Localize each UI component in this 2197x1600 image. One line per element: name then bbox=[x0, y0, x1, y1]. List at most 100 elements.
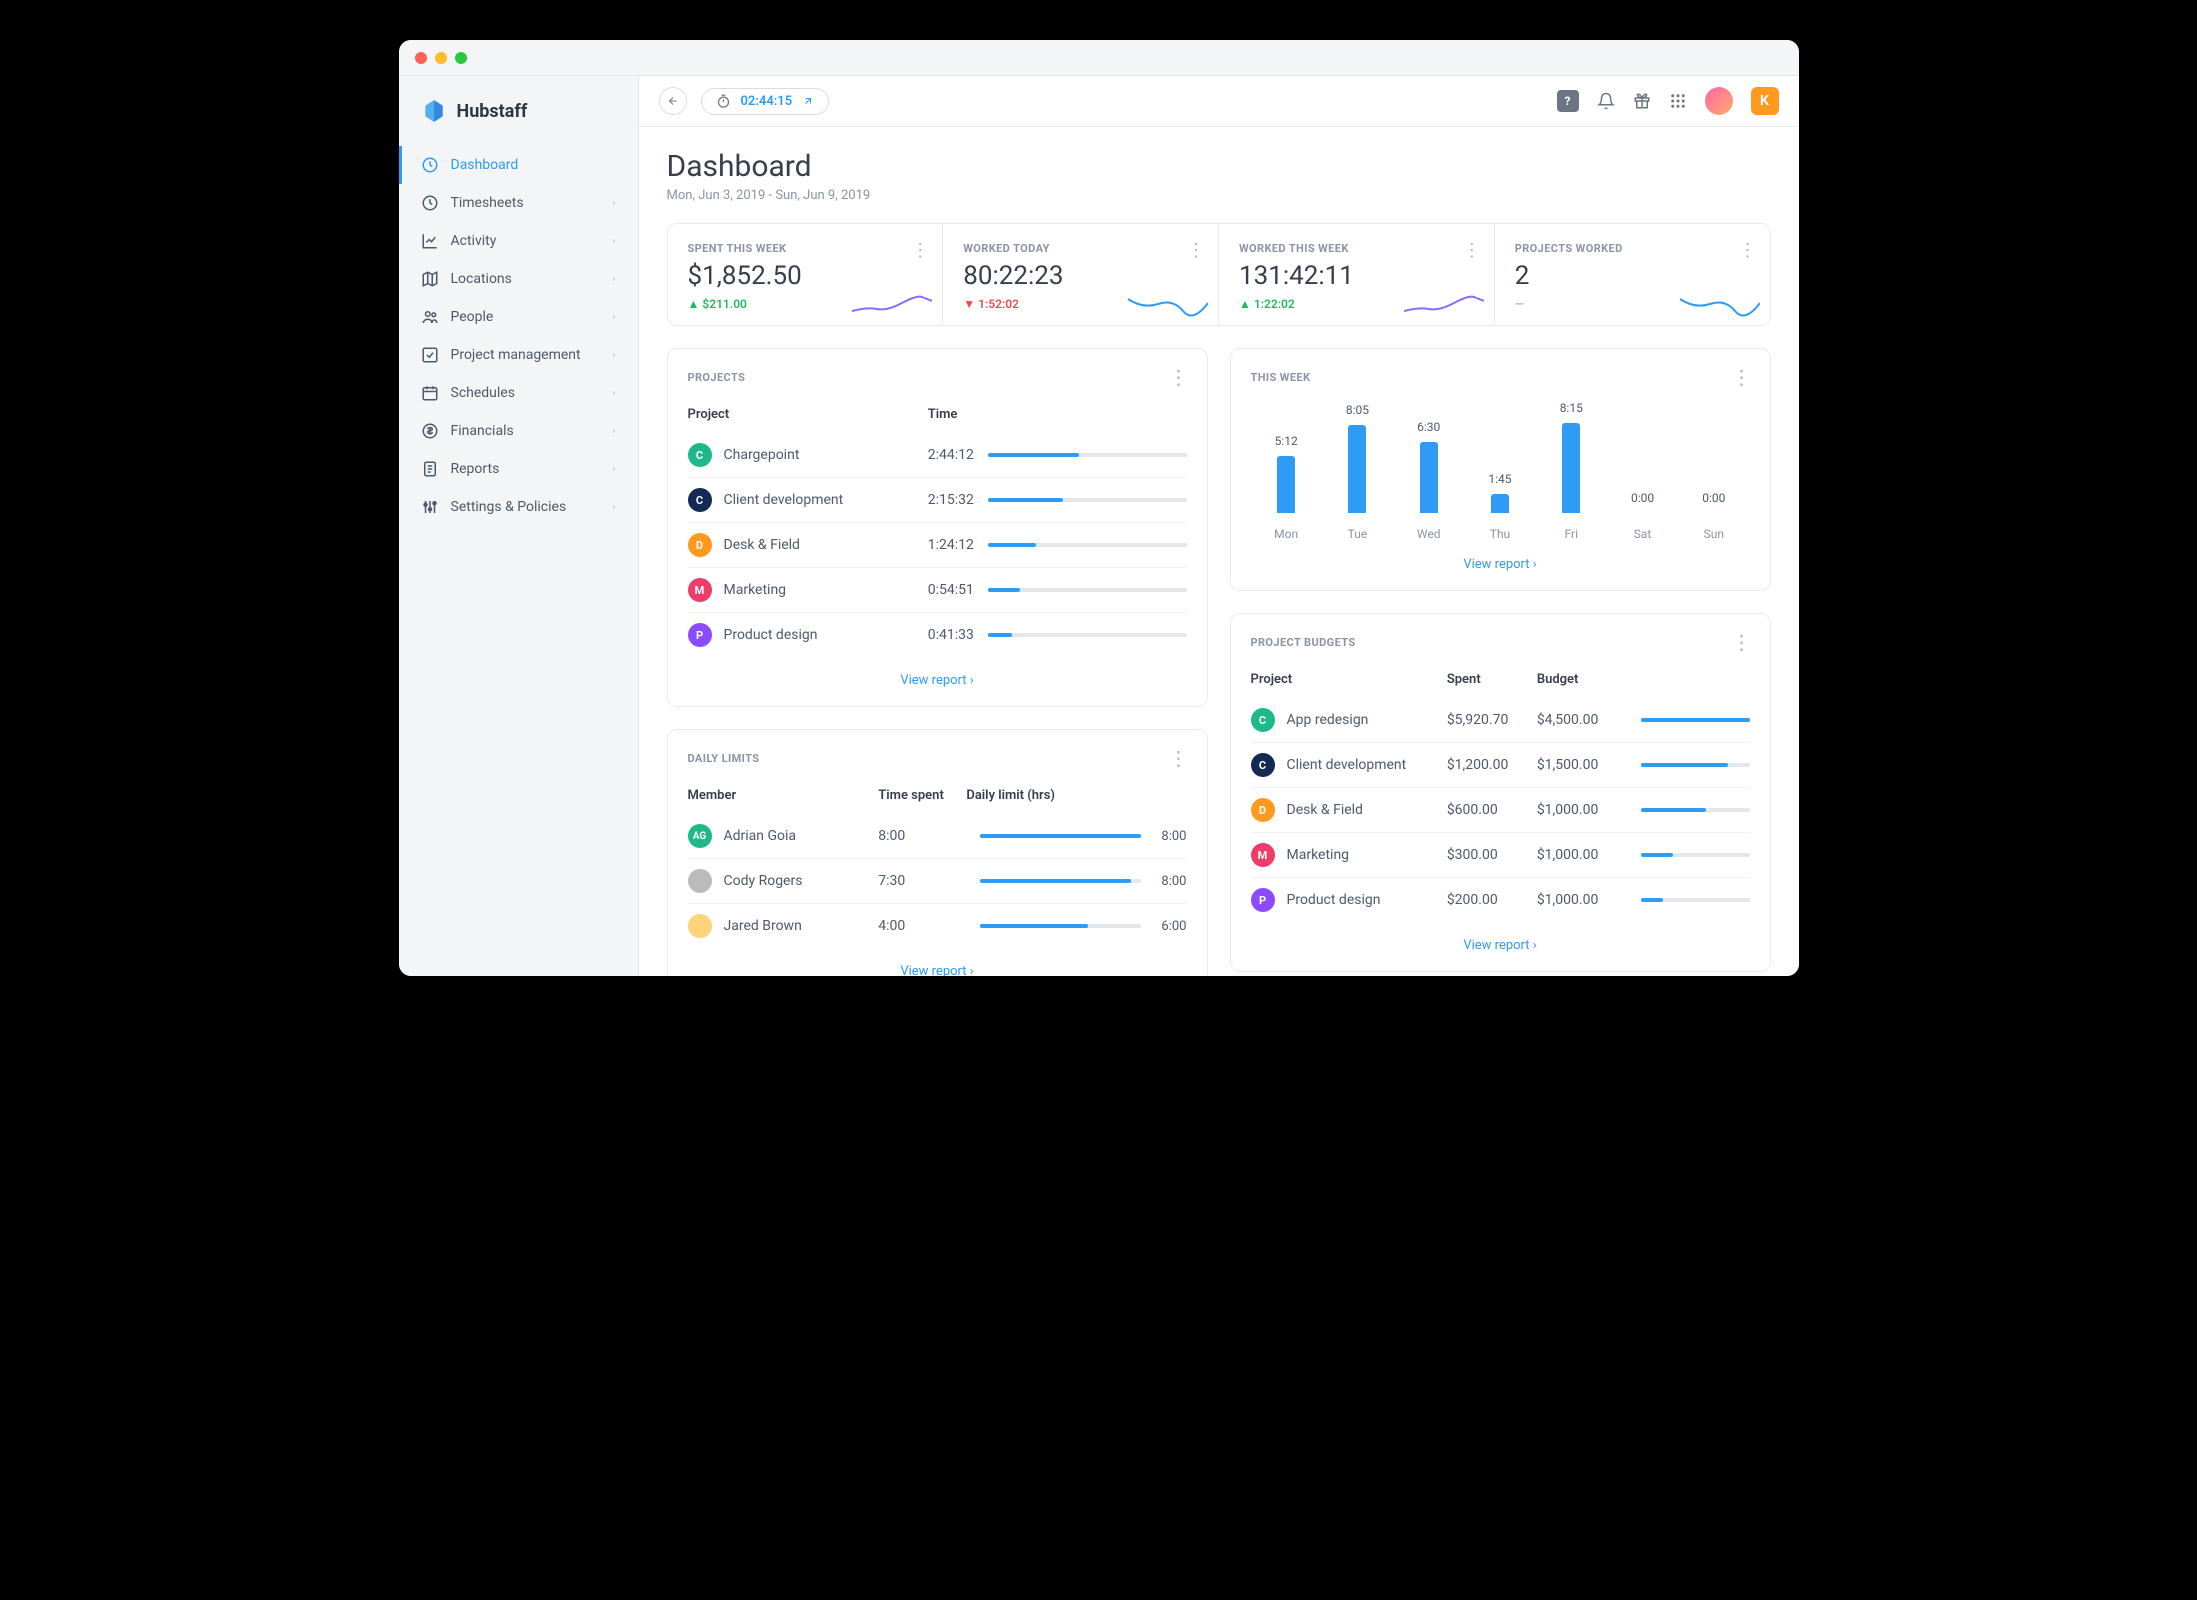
people-icon bbox=[421, 308, 439, 326]
stat-more-button[interactable]: ⋮ bbox=[1187, 240, 1204, 261]
dollar-icon bbox=[421, 422, 439, 440]
sidebar-item-project-management[interactable]: Project management› bbox=[399, 336, 638, 374]
project-row[interactable]: DDesk & Field 1:24:12 bbox=[688, 523, 1187, 568]
stat-more-button[interactable]: ⋮ bbox=[1739, 240, 1756, 261]
project-icon: C bbox=[688, 488, 712, 512]
apps-button[interactable] bbox=[1669, 92, 1687, 110]
time-spent: 7:30 bbox=[878, 873, 966, 889]
daily-limits-more[interactable]: ⋮ bbox=[1169, 748, 1187, 768]
project-row[interactable]: M Marketing 0:54:51 bbox=[688, 568, 1187, 613]
apps-grid-icon bbox=[1669, 92, 1687, 110]
chart-column: 8:15 Fri bbox=[1545, 401, 1597, 541]
stat-label: WORKED THIS WEEK bbox=[1239, 242, 1474, 255]
sidebar-item-label: Locations bbox=[451, 271, 512, 287]
project-name: Marketing bbox=[724, 582, 787, 598]
profile-avatar[interactable] bbox=[1705, 87, 1733, 115]
sidebar-item-schedules[interactable]: Schedules› bbox=[399, 374, 638, 412]
budget-row[interactable]: CClient development $1,200.00 $1,500.00 bbox=[1251, 743, 1750, 788]
project-icon: M bbox=[1251, 843, 1275, 867]
limit-row[interactable]: Jared Brown 4:00 6:00 bbox=[688, 904, 1187, 948]
project-time: 0:54:51 bbox=[928, 582, 974, 598]
chart-value: 5:12 bbox=[1275, 434, 1298, 448]
stat-card: ⋮ WORKED TODAY 80:22:23 ▼ 1:52:02 bbox=[943, 224, 1219, 325]
sidebar-item-dashboard[interactable]: Dashboard bbox=[399, 146, 638, 184]
gifts-button[interactable] bbox=[1633, 92, 1651, 110]
project-time: 1:24:12 bbox=[928, 537, 974, 553]
budgets-more[interactable]: ⋮ bbox=[1732, 632, 1750, 652]
stats-row: ⋮ SPENT THIS WEEK $1,852.50 ▲ $211.00 ⋮ … bbox=[667, 223, 1771, 326]
stat-value: 80:22:23 bbox=[963, 261, 1198, 291]
sidebar-item-financials[interactable]: Financials› bbox=[399, 412, 638, 450]
time-spent: 4:00 bbox=[878, 918, 966, 934]
chart-bar bbox=[1277, 456, 1295, 513]
this-week-view-report-link[interactable]: View report › bbox=[1463, 557, 1536, 572]
budgets-view-report-link[interactable]: View report › bbox=[1463, 938, 1536, 953]
user-badge[interactable]: K bbox=[1751, 87, 1779, 115]
limit-row[interactable]: Cody Rogers 7:30 8:00 bbox=[688, 859, 1187, 904]
budget-project-name: Desk & Field bbox=[1287, 802, 1363, 818]
chart-icon bbox=[421, 232, 439, 250]
chart-column: 0:00 Sat bbox=[1617, 491, 1669, 541]
budget-spent: $600.00 bbox=[1447, 802, 1537, 818]
daily-limits-head: Member Time spent Daily limit (hrs) bbox=[688, 782, 1187, 814]
budget-row[interactable]: CApp redesign $5,920.70 $4,500.00 bbox=[1251, 698, 1750, 743]
limit-row[interactable]: AGAdrian Goia 8:00 8:00 bbox=[688, 814, 1187, 859]
sidebar-item-label: Settings & Policies bbox=[451, 499, 567, 515]
project-icon: C bbox=[688, 443, 712, 467]
project-icon: C bbox=[1251, 708, 1275, 732]
limits-view-report-link[interactable]: View report › bbox=[900, 964, 973, 976]
chart-bar bbox=[1491, 494, 1509, 513]
project-icon: D bbox=[688, 533, 712, 557]
project-row[interactable]: CChargepoint 2:44:12 bbox=[688, 433, 1187, 478]
limit-value: 8:00 bbox=[1151, 829, 1187, 844]
project-icon: P bbox=[1251, 888, 1275, 912]
sidebar-item-reports[interactable]: Reports› bbox=[399, 450, 638, 488]
projects-view-report-link[interactable]: View report › bbox=[900, 673, 973, 688]
member-name: Jared Brown bbox=[724, 918, 802, 934]
back-button[interactable] bbox=[659, 87, 687, 115]
main-content: 02:44:15 ? K Dashboard Mon, Jun 3, 2019 … bbox=[639, 76, 1799, 976]
sidebar-item-people[interactable]: People› bbox=[399, 298, 638, 336]
member-name: Cody Rogers bbox=[724, 873, 803, 889]
notifications-button[interactable] bbox=[1597, 92, 1615, 110]
chart-bar bbox=[1562, 423, 1580, 513]
timer-pill[interactable]: 02:44:15 bbox=[701, 88, 830, 115]
project-row[interactable]: PProduct design 0:41:33 bbox=[688, 613, 1187, 657]
timer-value: 02:44:15 bbox=[741, 94, 793, 109]
chart-label: Tue bbox=[1348, 527, 1368, 541]
budget-row[interactable]: DDesk & Field $600.00 $1,000.00 bbox=[1251, 788, 1750, 833]
maximize-window-icon[interactable] bbox=[455, 52, 467, 64]
this-week-more[interactable]: ⋮ bbox=[1732, 367, 1750, 387]
sidebar-item-label: Reports bbox=[451, 461, 500, 477]
budget-row[interactable]: PProduct design $200.00 $1,000.00 bbox=[1251, 878, 1750, 922]
stat-more-button[interactable]: ⋮ bbox=[911, 240, 928, 261]
budget-spent: $200.00 bbox=[1447, 892, 1537, 908]
budgets-panel: PROJECT BUDGETS ⋮ Project Spent Budget C… bbox=[1230, 613, 1771, 972]
close-window-icon[interactable] bbox=[415, 52, 427, 64]
map-icon bbox=[421, 270, 439, 288]
stat-more-button[interactable]: ⋮ bbox=[1463, 240, 1480, 261]
project-icon: M bbox=[688, 578, 712, 602]
project-time: 2:44:12 bbox=[928, 447, 974, 463]
this-week-title: THIS WEEK bbox=[1251, 371, 1311, 384]
minimize-window-icon[interactable] bbox=[435, 52, 447, 64]
project-row[interactable]: CClient development 2:15:32 bbox=[688, 478, 1187, 523]
chart-value: 8:15 bbox=[1560, 401, 1583, 415]
project-icon: P bbox=[688, 623, 712, 647]
sidebar-item-timesheets[interactable]: Timesheets› bbox=[399, 184, 638, 222]
sidebar-item-activity[interactable]: Activity› bbox=[399, 222, 638, 260]
sidebar-item-settings-policies[interactable]: Settings & Policies› bbox=[399, 488, 638, 526]
member-avatar bbox=[688, 914, 712, 938]
help-button[interactable]: ? bbox=[1557, 90, 1579, 112]
this-week-chart: 5:12 Mon8:05 Tue6:30 Wed1:45 Thu8:15 Fri… bbox=[1251, 401, 1750, 541]
chart-column: 1:45 Thu bbox=[1474, 472, 1526, 541]
daily-limits-title: DAILY LIMITS bbox=[688, 752, 760, 765]
sidebar-item-locations[interactable]: Locations› bbox=[399, 260, 638, 298]
projects-panel-more[interactable]: ⋮ bbox=[1169, 367, 1187, 387]
progress-bar bbox=[988, 633, 1187, 637]
limit-value: 8:00 bbox=[1151, 874, 1187, 889]
project-name: Client development bbox=[724, 492, 844, 508]
budget-row[interactable]: MMarketing $300.00 $1,000.00 bbox=[1251, 833, 1750, 878]
hubstaff-logo-icon bbox=[421, 98, 447, 124]
stat-card: ⋮ PROJECTS WORKED 2 — bbox=[1495, 224, 1770, 325]
